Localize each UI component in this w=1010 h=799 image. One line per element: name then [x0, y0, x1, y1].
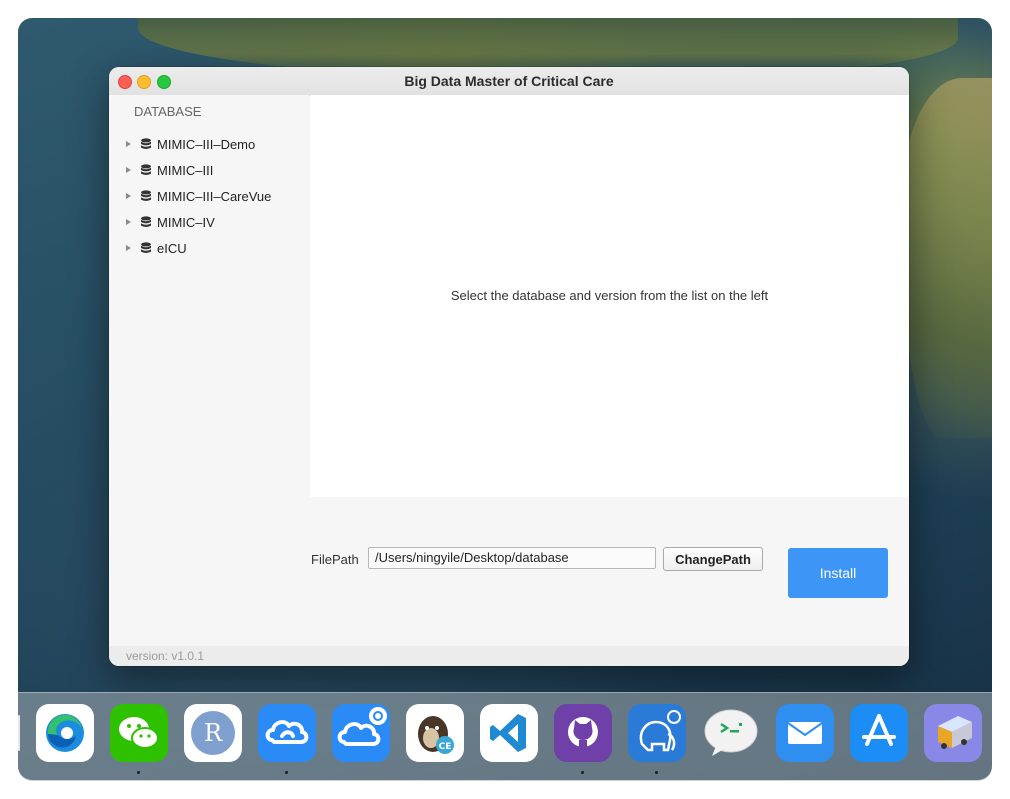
- running-indicator: [655, 771, 658, 774]
- r-language-icon[interactable]: R: [184, 704, 242, 762]
- wechat-icon[interactable]: [110, 704, 168, 762]
- github-desktop-icon[interactable]: [554, 704, 612, 762]
- change-path-button[interactable]: ChangePath: [663, 547, 763, 571]
- tree-item-label: MIMIC–III–Demo: [157, 136, 256, 152]
- running-indicator: [581, 771, 584, 774]
- tree-item-mimic-iii[interactable]: MIMIC–III: [109, 157, 309, 183]
- app-store-icon[interactable]: [850, 704, 908, 762]
- tree-item-mimic-iii-demo[interactable]: MIMIC–III–Demo: [109, 131, 309, 157]
- database-icon: [141, 164, 151, 175]
- database-icon: [141, 190, 151, 201]
- wallpaper-coast: [902, 78, 992, 438]
- running-indicator: [137, 771, 140, 774]
- expand-caret-icon[interactable]: [126, 167, 131, 173]
- terminal-chat-icon[interactable]: [702, 704, 760, 762]
- transmit-truck-icon[interactable]: [924, 704, 982, 762]
- database-icon: [141, 138, 151, 149]
- dbeaver-ce-icon[interactable]: CE: [406, 704, 464, 762]
- expand-caret-icon[interactable]: [126, 245, 131, 251]
- baidu-netdisk-icon[interactable]: [258, 704, 316, 762]
- expand-caret-icon[interactable]: [126, 193, 131, 199]
- mail-icon[interactable]: [776, 704, 834, 762]
- status-bar: version: v1.0.1: [109, 646, 909, 666]
- database-sidebar: DATABASE MIMIC–III–Demo MIMIC–III MIMIC–…: [109, 95, 309, 646]
- database-icon: [141, 216, 151, 227]
- tree-item-label: MIMIC–III: [157, 162, 214, 178]
- tree-item-label: eICU: [157, 240, 187, 256]
- filepath-label: FilePath: [311, 552, 359, 567]
- svg-text:R: R: [204, 719, 223, 747]
- tree-item-label: MIMIC–III–CareVue: [157, 188, 272, 204]
- app-window: Big Data Master of Critical Care DATABAS…: [109, 67, 909, 666]
- running-indicator: [285, 771, 288, 774]
- filepath-input[interactable]: [368, 547, 656, 569]
- postgres-elephant-icon[interactable]: [628, 704, 686, 762]
- dock: R CE: [18, 692, 992, 781]
- dock-partial-app-icon[interactable]: [18, 715, 20, 751]
- expand-caret-icon[interactable]: [126, 219, 131, 225]
- tree-item-eicu[interactable]: eICU: [109, 235, 309, 261]
- window-title: Big Data Master of Critical Care: [404, 73, 614, 89]
- database-icon: [141, 242, 151, 253]
- detail-panel: Select the database and version from the…: [310, 95, 909, 497]
- expand-caret-icon[interactable]: [126, 141, 131, 147]
- microsoft-edge-icon[interactable]: [36, 704, 94, 762]
- tree-item-label: MIMIC–IV: [157, 214, 215, 230]
- svg-text:CE: CE: [439, 742, 452, 752]
- database-tree: MIMIC–III–Demo MIMIC–III MIMIC–III–CareV…: [109, 131, 309, 261]
- title-bar[interactable]: Big Data Master of Critical Care: [109, 67, 909, 96]
- version-label: version: v1.0.1: [126, 649, 205, 663]
- install-button[interactable]: Install: [788, 548, 888, 598]
- sidebar-heading: DATABASE: [134, 104, 202, 119]
- cloud-sync-icon[interactable]: [332, 704, 390, 762]
- tree-item-mimic-iv[interactable]: MIMIC–IV: [109, 209, 309, 235]
- empty-state-message: Select the database and version from the…: [450, 288, 769, 303]
- tree-item-mimic-iii-carevue[interactable]: MIMIC–III–CareVue: [109, 183, 309, 209]
- visual-studio-code-icon[interactable]: [480, 704, 538, 762]
